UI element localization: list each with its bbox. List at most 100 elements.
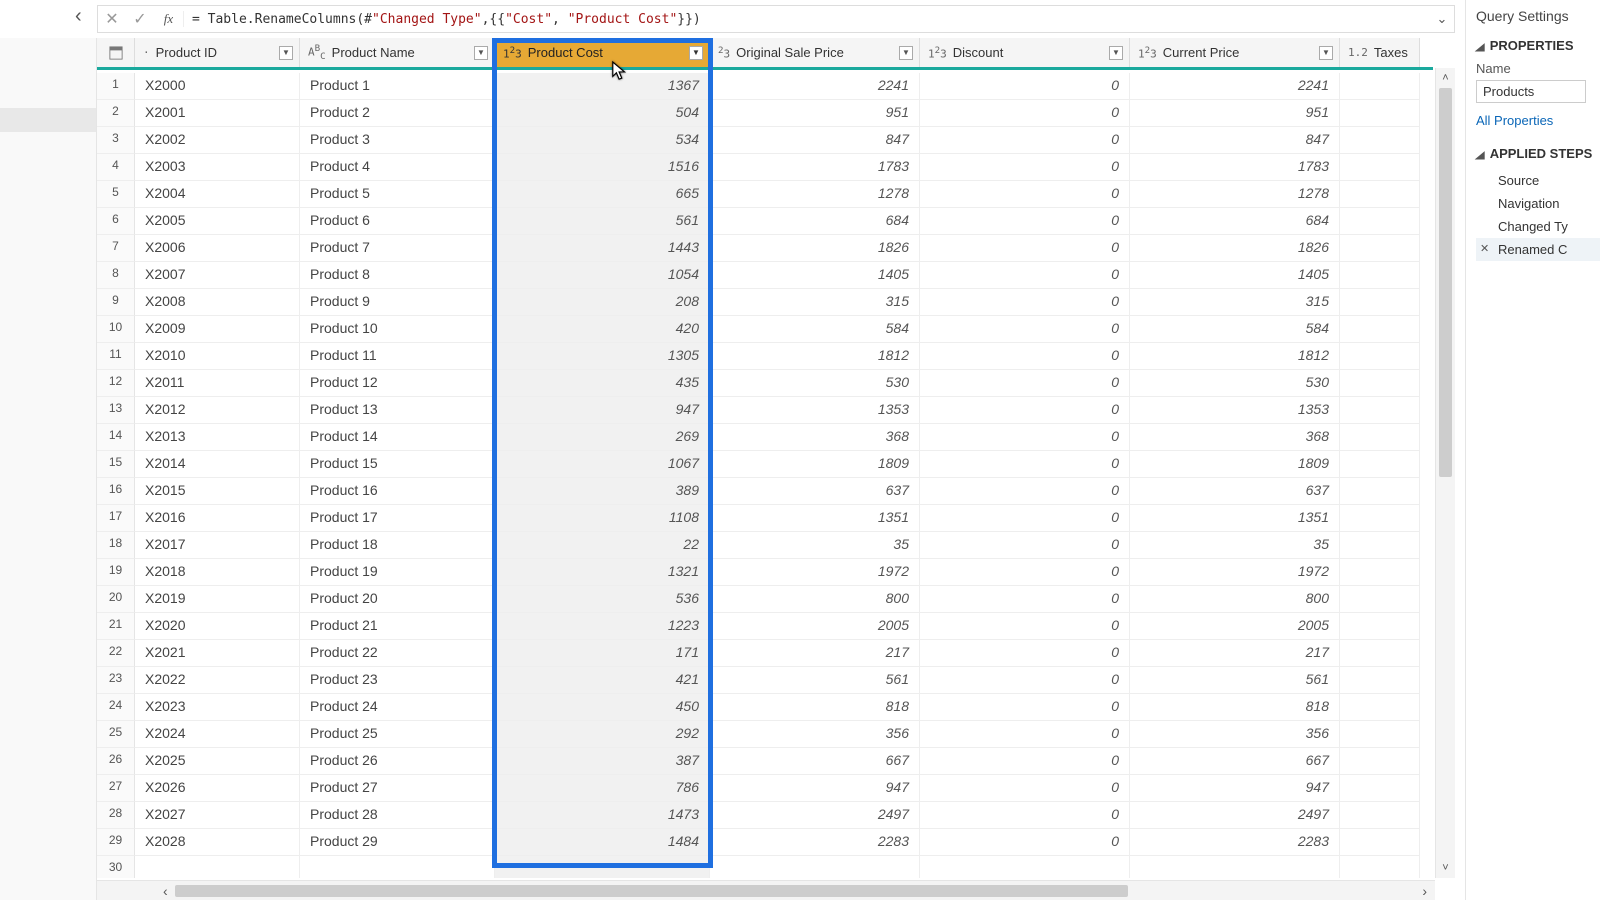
- scroll-up-arrow[interactable]: ˄: [1436, 68, 1455, 88]
- cell-taxes[interactable]: [1340, 73, 1420, 100]
- cell-product-cost[interactable]: 450: [495, 694, 710, 721]
- cell-current-price[interactable]: 1812: [1130, 343, 1340, 370]
- cell-taxes[interactable]: [1340, 748, 1420, 775]
- column-header-current-price[interactable]: 123 Current Price ▼: [1130, 38, 1340, 67]
- cell-product-cost[interactable]: 389: [495, 478, 710, 505]
- cell-current-price[interactable]: 2005: [1130, 613, 1340, 640]
- cell-original-sale-price[interactable]: 2005: [710, 613, 920, 640]
- cell-discount[interactable]: 0: [920, 802, 1130, 829]
- cell-current-price[interactable]: 217: [1130, 640, 1340, 667]
- cell-taxes[interactable]: [1340, 829, 1420, 856]
- formula-expand-button[interactable]: ⌄: [1430, 11, 1454, 27]
- cell-product-id[interactable]: X2002: [135, 127, 300, 154]
- cell-taxes[interactable]: [1340, 100, 1420, 127]
- cell-product-name[interactable]: Product 27: [300, 775, 495, 802]
- cell-current-price[interactable]: 1809: [1130, 451, 1340, 478]
- cell-product-cost[interactable]: 269: [495, 424, 710, 451]
- cell-discount[interactable]: 0: [920, 181, 1130, 208]
- cell-original-sale-price[interactable]: 1783: [710, 154, 920, 181]
- cell-product-cost[interactable]: 171: [495, 640, 710, 667]
- cell-original-sale-price[interactable]: 2283: [710, 829, 920, 856]
- cell-product-name[interactable]: Product 11: [300, 343, 495, 370]
- table-row[interactable]: 24X2023Product 244508180818: [97, 694, 1433, 721]
- cell-product-cost[interactable]: 561: [495, 208, 710, 235]
- cell-current-price[interactable]: 1351: [1130, 505, 1340, 532]
- cell-original-sale-price[interactable]: 818: [710, 694, 920, 721]
- cell-original-sale-price[interactable]: [710, 856, 920, 878]
- cell-product-id[interactable]: X2024: [135, 721, 300, 748]
- cell-taxes[interactable]: [1340, 532, 1420, 559]
- cell-current-price[interactable]: 530: [1130, 370, 1340, 397]
- step-source[interactable]: Source: [1476, 169, 1600, 192]
- query-name-input[interactable]: [1476, 80, 1586, 103]
- table-row[interactable]: 3X2002Product 35348470847: [97, 127, 1433, 154]
- query-item[interactable]: [0, 108, 96, 132]
- cell-taxes[interactable]: [1340, 559, 1420, 586]
- cell-taxes[interactable]: [1340, 181, 1420, 208]
- cell-product-id[interactable]: X2007: [135, 262, 300, 289]
- cell-current-price[interactable]: 684: [1130, 208, 1340, 235]
- cell-original-sale-price[interactable]: 1812: [710, 343, 920, 370]
- cell-product-name[interactable]: Product 20: [300, 586, 495, 613]
- nav-back-chevron[interactable]: ‹: [75, 5, 82, 28]
- cell-product-name[interactable]: Product 10: [300, 316, 495, 343]
- scroll-left-arrow[interactable]: ‹: [97, 883, 167, 899]
- cell-product-id[interactable]: X2014: [135, 451, 300, 478]
- cell-discount[interactable]: 0: [920, 73, 1130, 100]
- cell-product-name[interactable]: Product 12: [300, 370, 495, 397]
- filter-dropdown-icon[interactable]: ▼: [1319, 46, 1333, 60]
- cell-original-sale-price[interactable]: 951: [710, 100, 920, 127]
- cell-original-sale-price[interactable]: 584: [710, 316, 920, 343]
- cell-product-cost[interactable]: 1321: [495, 559, 710, 586]
- cell-current-price[interactable]: 584: [1130, 316, 1340, 343]
- cell-discount[interactable]: 0: [920, 829, 1130, 856]
- cell-product-name[interactable]: Product 22: [300, 640, 495, 667]
- cell-current-price[interactable]: 2283: [1130, 829, 1340, 856]
- cell-product-id[interactable]: X2026: [135, 775, 300, 802]
- cell-current-price[interactable]: [1130, 856, 1340, 878]
- cell-product-id[interactable]: X2004: [135, 181, 300, 208]
- table-row[interactable]: 11X2010Product 111305181201812: [97, 343, 1433, 370]
- table-row[interactable]: 4X2003Product 41516178301783: [97, 154, 1433, 181]
- table-row[interactable]: 30: [97, 856, 1433, 878]
- table-row[interactable]: 26X2025Product 263876670667: [97, 748, 1433, 775]
- horizontal-scrollbar[interactable]: ‹ ›: [97, 880, 1435, 900]
- table-row[interactable]: 18X2017Product 182235035: [97, 532, 1433, 559]
- cell-original-sale-price[interactable]: 667: [710, 748, 920, 775]
- cell-product-id[interactable]: X2012: [135, 397, 300, 424]
- cell-discount[interactable]: 0: [920, 343, 1130, 370]
- cell-current-price[interactable]: 667: [1130, 748, 1340, 775]
- table-row[interactable]: 23X2022Product 234215610561: [97, 667, 1433, 694]
- cell-discount[interactable]: [920, 856, 1130, 878]
- cell-discount[interactable]: 0: [920, 370, 1130, 397]
- cell-product-name[interactable]: Product 9: [300, 289, 495, 316]
- cell-product-cost[interactable]: 1473: [495, 802, 710, 829]
- cell-current-price[interactable]: 1405: [1130, 262, 1340, 289]
- scroll-right-arrow[interactable]: ›: [1405, 883, 1435, 899]
- table-row[interactable]: 21X2020Product 211223200502005: [97, 613, 1433, 640]
- cell-product-id[interactable]: X2001: [135, 100, 300, 127]
- cell-discount[interactable]: 0: [920, 775, 1130, 802]
- cell-product-id[interactable]: X2020: [135, 613, 300, 640]
- filter-dropdown-icon[interactable]: ▼: [474, 46, 488, 60]
- table-row[interactable]: 20X2019Product 205368000800: [97, 586, 1433, 613]
- cell-product-cost[interactable]: 1367: [495, 73, 710, 100]
- table-row[interactable]: 14X2013Product 142693680368: [97, 424, 1433, 451]
- table-row[interactable]: 28X2027Product 281473249702497: [97, 802, 1433, 829]
- cell-current-price[interactable]: 1783: [1130, 154, 1340, 181]
- cell-current-price[interactable]: 800: [1130, 586, 1340, 613]
- cell-product-cost[interactable]: 504: [495, 100, 710, 127]
- cell-product-id[interactable]: X2019: [135, 586, 300, 613]
- table-row[interactable]: 19X2018Product 191321197201972: [97, 559, 1433, 586]
- cell-original-sale-price[interactable]: 1809: [710, 451, 920, 478]
- cell-product-id[interactable]: X2008: [135, 289, 300, 316]
- vertical-scroll-thumb[interactable]: [1439, 88, 1452, 477]
- cell-discount[interactable]: 0: [920, 748, 1130, 775]
- table-row[interactable]: 25X2024Product 252923560356: [97, 721, 1433, 748]
- all-properties-link[interactable]: All Properties: [1476, 113, 1600, 128]
- cell-product-cost[interactable]: 208: [495, 289, 710, 316]
- cell-product-cost[interactable]: 534: [495, 127, 710, 154]
- cell-current-price[interactable]: 847: [1130, 127, 1340, 154]
- filter-dropdown-icon[interactable]: ▼: [1109, 46, 1123, 60]
- cell-product-id[interactable]: X2028: [135, 829, 300, 856]
